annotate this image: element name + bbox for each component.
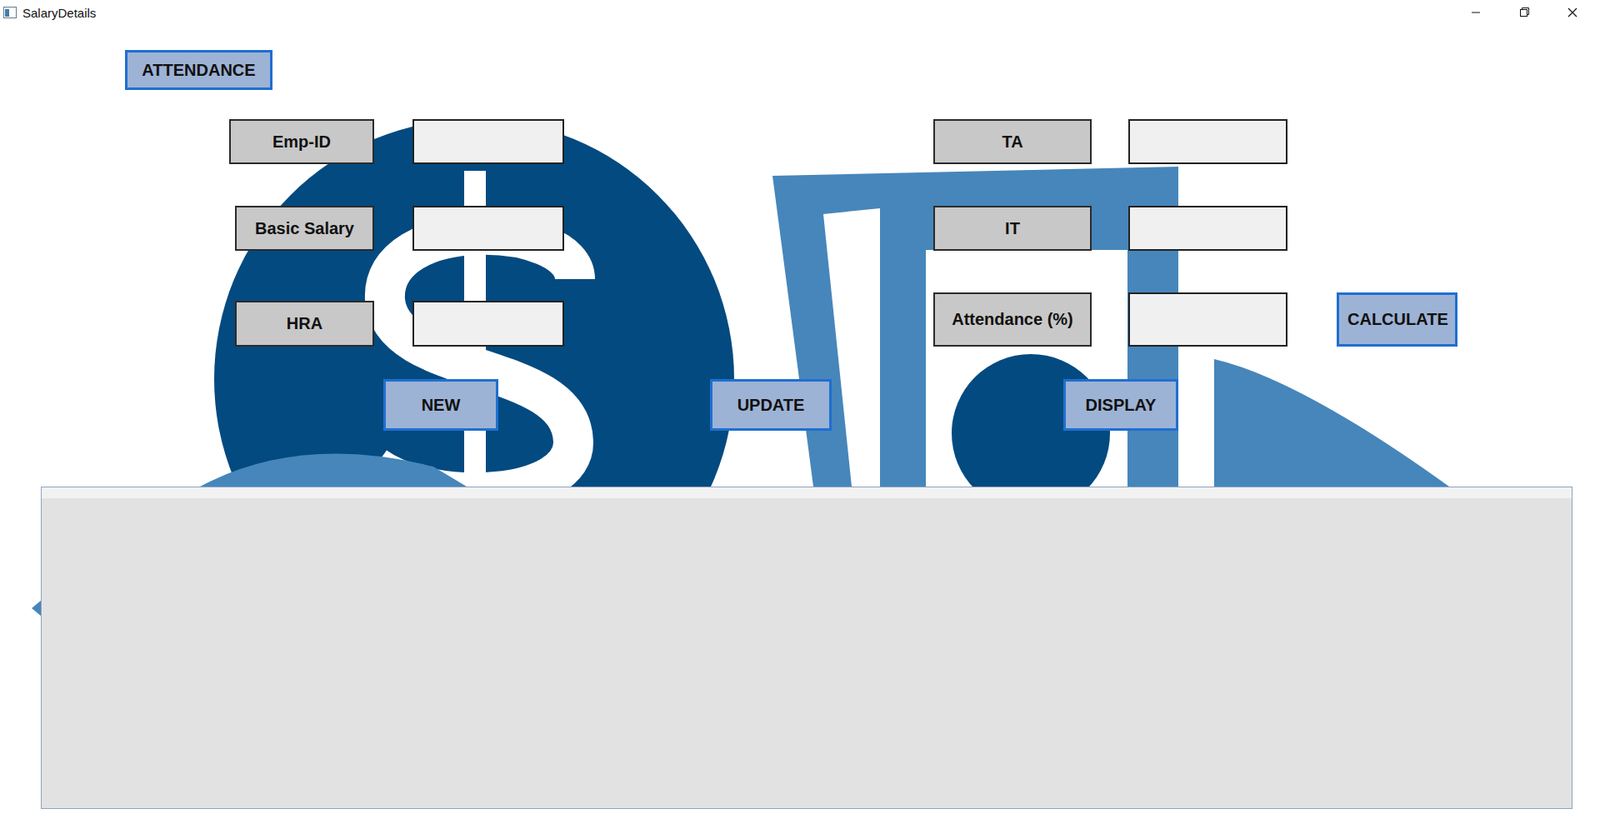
restore-icon[interactable]	[1505, 0, 1544, 25]
salary-form: Emp-ID Basic Salary HRA TA IT Attendance (%) C…	[0, 119, 1600, 347]
title-bar: SalaryDetails	[0, 0, 1600, 25]
grid-header	[41, 487, 1572, 499]
attendance-button[interactable]: ATTENDANCE	[125, 50, 273, 90]
field-label: IT	[933, 205, 1092, 251]
app-icon	[3, 6, 17, 19]
field-label: Attendance (%)	[933, 292, 1092, 347]
action-button[interactable]: UPDATE	[710, 379, 832, 431]
action-button[interactable]: NEW	[383, 379, 499, 431]
field-label: TA	[933, 119, 1092, 165]
action-button[interactable]: DISPLAY	[1063, 379, 1179, 431]
field-input[interactable]	[1128, 205, 1288, 251]
grid-body	[41, 498, 1572, 809]
field-label: Basic Salary	[235, 205, 375, 251]
calculate-button[interactable]: CALCULATE	[1336, 292, 1458, 347]
minimize-icon[interactable]	[1456, 0, 1495, 25]
data-grid[interactable]	[40, 486, 1573, 810]
field-input[interactable]	[1128, 119, 1288, 165]
field-input[interactable]	[412, 300, 565, 347]
window-controls	[1456, 0, 1592, 25]
field-label: HRA	[235, 300, 375, 347]
content: ATTENDANCE Emp-ID Basic Salary HRA TA IT Atten…	[0, 25, 1600, 810]
field-input[interactable]	[1128, 292, 1288, 347]
field-input[interactable]	[412, 205, 565, 251]
top-row: ATTENDANCE	[0, 25, 1600, 90]
salary-window: SalaryDetails ATTENDANCE Emp-ID Basic Salar…	[0, 0, 1600, 834]
close-icon[interactable]	[1553, 0, 1592, 25]
action-buttons: NEW UPDATE DISPLAY	[0, 379, 1600, 431]
field-input[interactable]	[412, 119, 565, 165]
window-title: SalaryDetails	[22, 5, 96, 20]
field-label: Emp-ID	[229, 119, 375, 165]
